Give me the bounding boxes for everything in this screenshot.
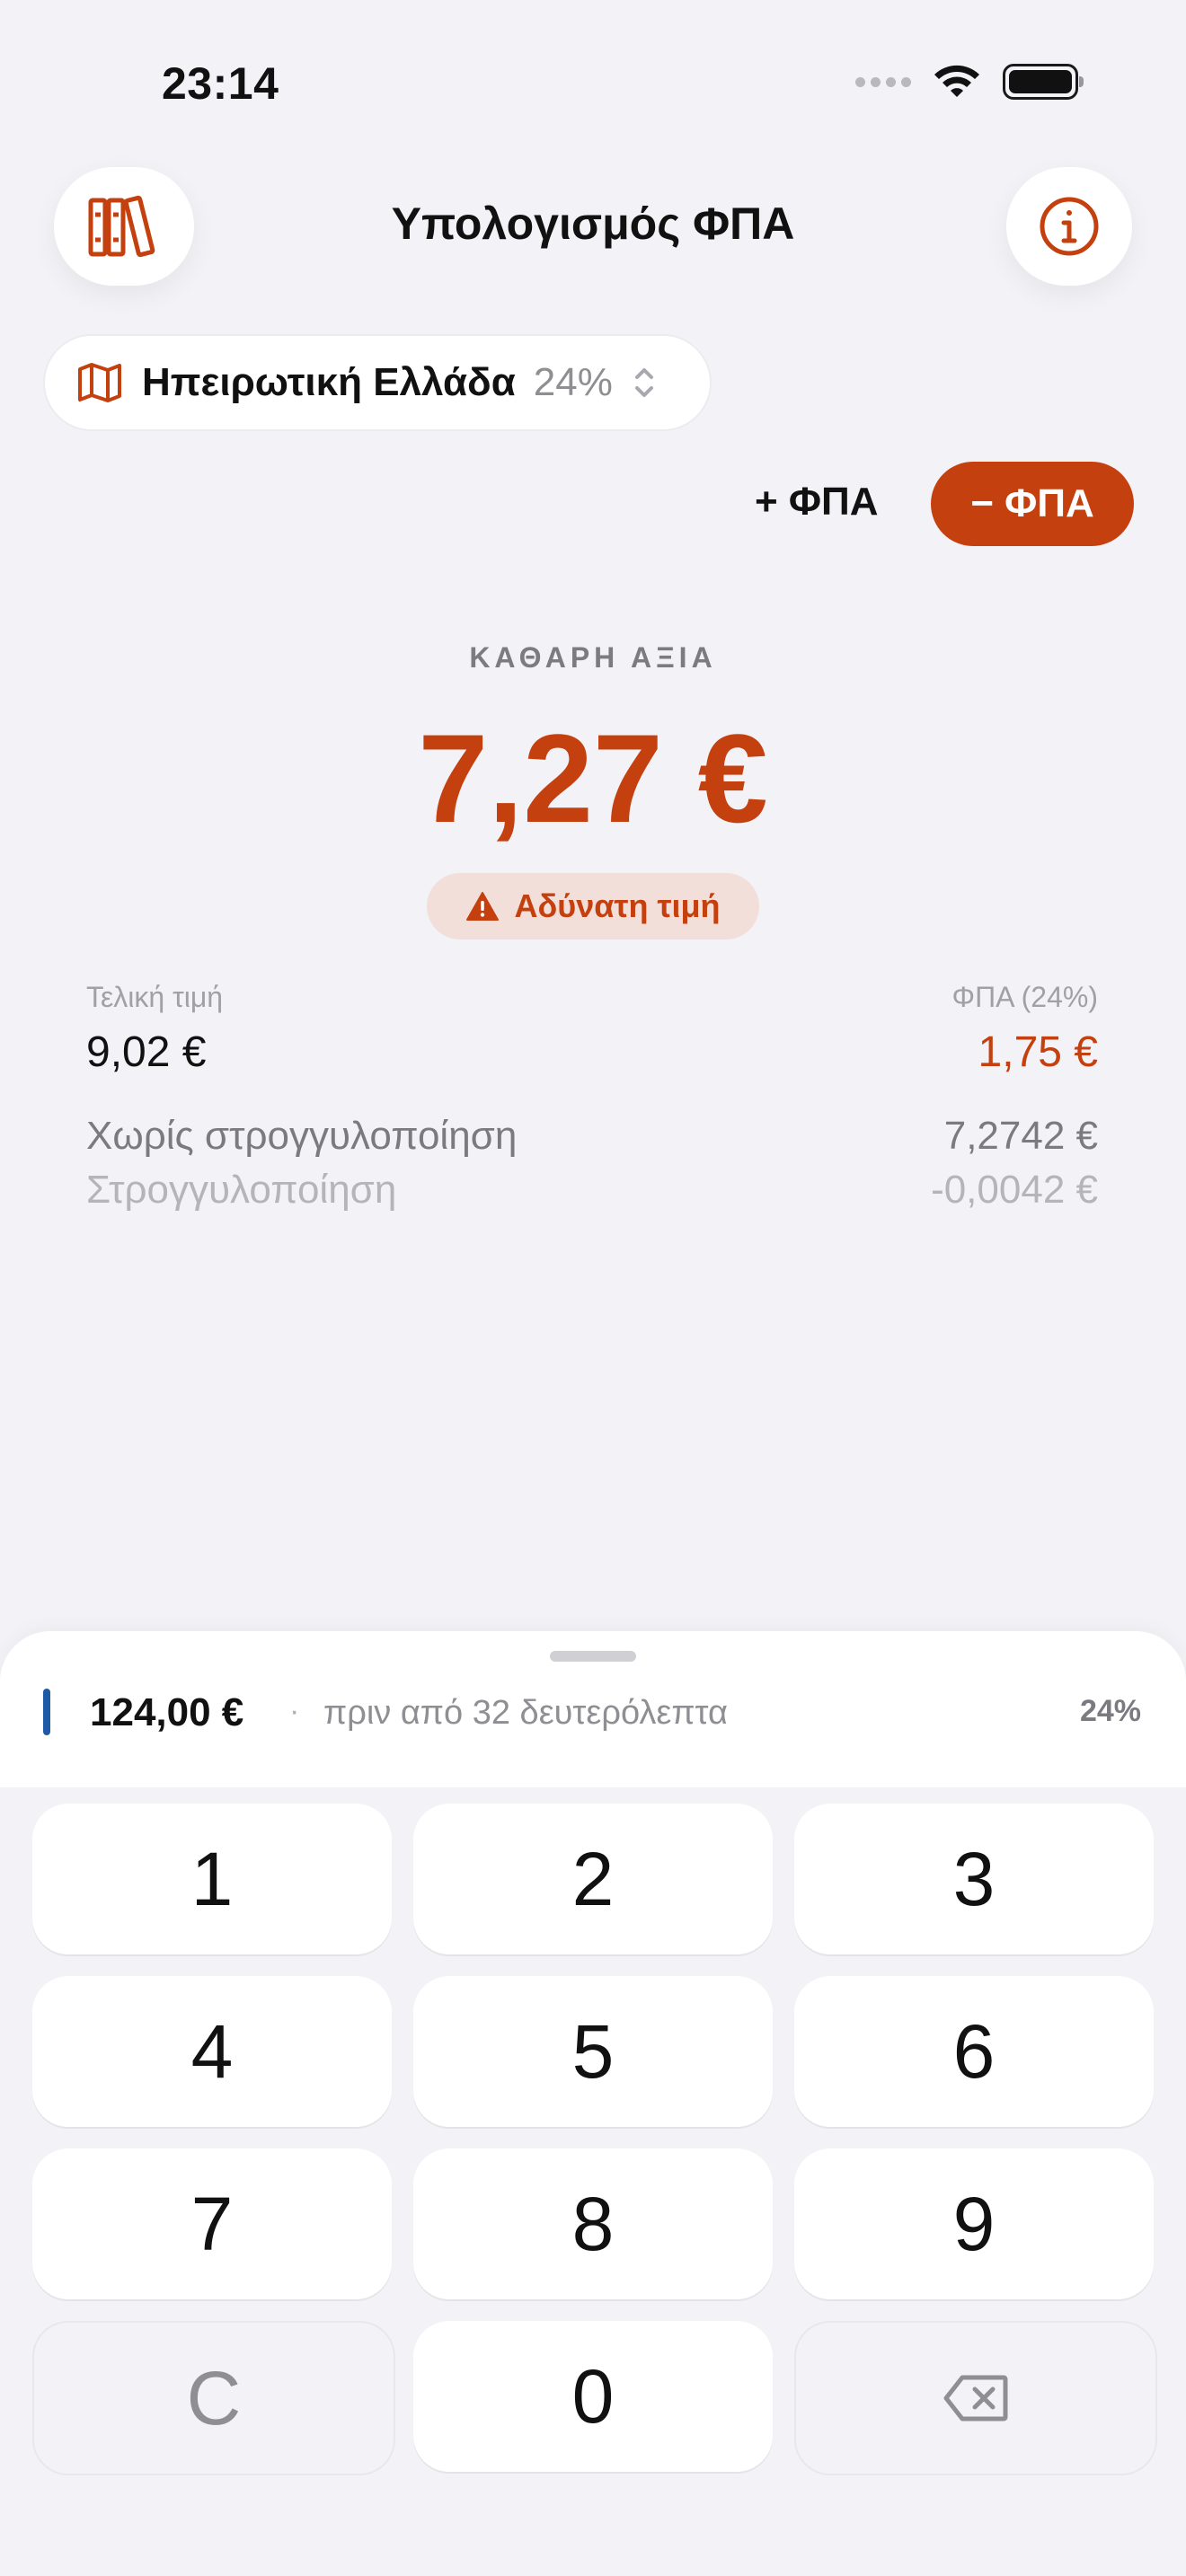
rounding-label: Στρογγυλοποίηση [86,1168,397,1212]
history-amount: 124,00 € [90,1690,244,1734]
region-selector[interactable]: Ηπειρωτική Ελλάδα 24% [43,334,712,431]
map-icon [78,363,121,402]
key-1[interactable]: 1 [32,1804,392,1954]
history-time-ago: πριν από 32 δευτερόλεπτα [323,1694,728,1732]
status-icons [855,63,1084,101]
wifi-icon [934,65,979,97]
region-rate: 24% [533,360,613,404]
key-7[interactable]: 7 [32,2148,392,2299]
key-3[interactable]: 3 [794,1804,1154,1954]
status-time: 23:14 [162,58,279,109]
key-5[interactable]: 5 [413,1976,773,2127]
backspace-key[interactable] [794,2321,1157,2475]
warning-badge: Αδύνατη τιμή [427,873,759,940]
history-mark [43,1689,50,1735]
history-rate: 24% [1079,1694,1141,1728]
net-value: 7,27 € [418,708,768,849]
history-separator: · [289,1694,300,1728]
add-vat-button[interactable]: + ΦΠΑ [755,480,879,525]
clear-key[interactable]: C [32,2321,395,2475]
battery-icon [1003,64,1084,100]
final-price-label: Τελική τιμή [86,981,224,1013]
app-root: 23:14 Υπολογισμός ΦΠΑ Ηπειρωτική Ελλάδα … [0,0,1186,2576]
key-0[interactable]: 0 [413,2321,773,2472]
sheet-grabber[interactable] [550,1651,636,1662]
keypad-sheet: 124,00 € · πριν από 32 δευτερόλεπτα 24% … [0,1631,1186,2576]
history-item[interactable]: 124,00 € · πριν από 32 δευτερόλεπτα 24% [0,1631,1186,1787]
unrounded-label: Χωρίς στρογγυλοποίηση [86,1114,518,1158]
warning-triangle-icon [466,892,500,921]
region-name: Ηπειρωτική Ελλάδα [142,360,516,404]
signal-dots-icon [855,76,911,87]
key-2[interactable]: 2 [413,1804,773,1954]
final-price-value: 9,02 € [86,1028,207,1076]
key-6[interactable]: 6 [794,1976,1154,2127]
unrounded-value: 7,2742 € [943,1114,1098,1158]
info-button[interactable] [1006,167,1132,286]
vat-label: ΦΠΑ (24%) [951,981,1098,1013]
remove-vat-button[interactable]: − ΦΠΑ [931,462,1134,546]
key-8[interactable]: 8 [413,2148,773,2299]
backspace-icon [943,2375,1008,2422]
net-value-label: ΚΑΘΑΡΗ ΑΞΙΑ [469,641,717,674]
info-icon [1040,197,1099,256]
vat-value: 1,75 € [978,1028,1098,1076]
key-9[interactable]: 9 [794,2148,1154,2299]
rounding-value: -0,0042 € [931,1168,1098,1212]
key-4[interactable]: 4 [32,1976,392,2127]
warning-text: Αδύνατη τιμή [514,887,721,924]
chevron-up-down-icon [634,368,653,397]
